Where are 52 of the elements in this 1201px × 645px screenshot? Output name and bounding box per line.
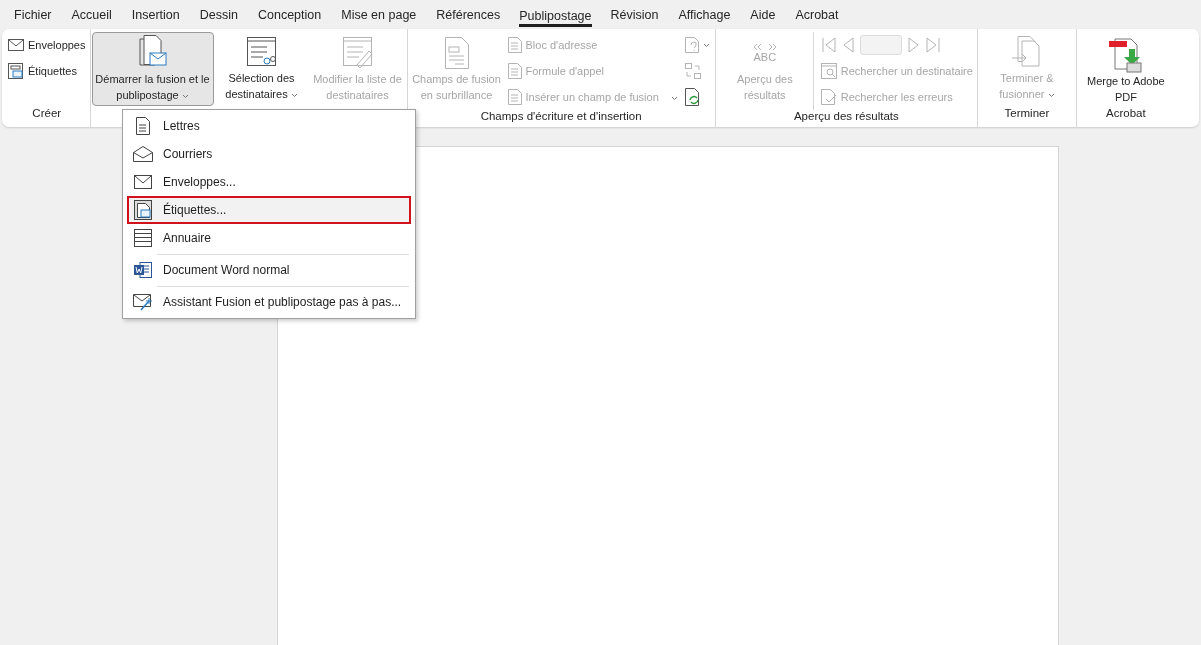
menu-tab[interactable]: Révision xyxy=(601,3,668,26)
open-envelope-icon xyxy=(133,146,153,162)
menu-tab[interactable]: Dessin xyxy=(190,3,247,26)
menu-tab[interactable]: Accueil xyxy=(62,3,121,26)
ribbon-button[interactable]: Sélection des destinataires xyxy=(213,32,310,106)
ribbon-button[interactable]: Merge to Adobe PDF xyxy=(1077,32,1174,106)
document-question-icon xyxy=(684,37,701,53)
menu-item[interactable]: Enveloppes... xyxy=(127,168,412,196)
ribbon-button[interactable]: Étiquettes xyxy=(5,58,89,84)
menu-tab[interactable]: Insertion xyxy=(122,3,189,26)
menu-tab[interactable]: Références xyxy=(427,3,510,26)
menu-tab[interactable]: Affichage xyxy=(669,3,740,26)
menu-tab[interactable]: Aide xyxy=(741,3,785,26)
wand-envelope-icon xyxy=(133,293,153,311)
document-fields-icon xyxy=(444,37,469,69)
group-label: Acrobat xyxy=(1105,107,1147,121)
document-icon xyxy=(507,37,522,53)
last-record-icon xyxy=(925,37,940,53)
ribbon-button[interactable]: Démarrer la fusion et le publipostage xyxy=(91,32,214,106)
list-icon xyxy=(134,229,152,247)
recipient-list-icon xyxy=(246,36,277,69)
next-record-icon xyxy=(907,37,920,53)
menu-item[interactable]: Courriers xyxy=(127,140,412,168)
group-label: Terminer xyxy=(1003,107,1051,121)
list-pencil-icon xyxy=(342,37,373,69)
menu-item[interactable]: Étiquettes... xyxy=(127,196,412,224)
group-label: Créer xyxy=(31,107,63,121)
group-label: Aperçu des résultats xyxy=(792,110,900,124)
first-record-icon xyxy=(821,37,836,53)
document-check-icon xyxy=(820,89,837,105)
menu-tab[interactable]: Mise en page xyxy=(332,3,426,26)
ribbon-button[interactable]: Enveloppes xyxy=(5,32,89,58)
envelope-icon xyxy=(8,39,24,51)
pdf-download-icon xyxy=(1108,35,1143,73)
label-document-icon xyxy=(134,200,152,220)
swap-fields-icon xyxy=(684,63,701,79)
previous-record-icon xyxy=(841,37,854,53)
menu-tab[interactable]: Acrobat xyxy=(786,3,848,26)
word-document-icon xyxy=(134,261,152,279)
document-icon xyxy=(507,89,522,105)
document-refresh-icon xyxy=(684,88,701,106)
menu-tab[interactable]: Fichier xyxy=(5,3,61,26)
document-icon xyxy=(507,63,522,79)
menu-item[interactable]: Lettres xyxy=(127,112,412,140)
label-sheet-icon xyxy=(8,63,24,79)
menu-item[interactable]: Annuaire xyxy=(127,224,412,252)
documents-arrow-icon xyxy=(1011,35,1042,70)
envelope-icon xyxy=(134,175,152,189)
search-icon xyxy=(820,63,837,79)
menu-tab[interactable]: Conception xyxy=(249,3,331,26)
document-icon xyxy=(136,117,150,135)
group-label: Champs d'écriture et d'insertion xyxy=(479,110,643,124)
